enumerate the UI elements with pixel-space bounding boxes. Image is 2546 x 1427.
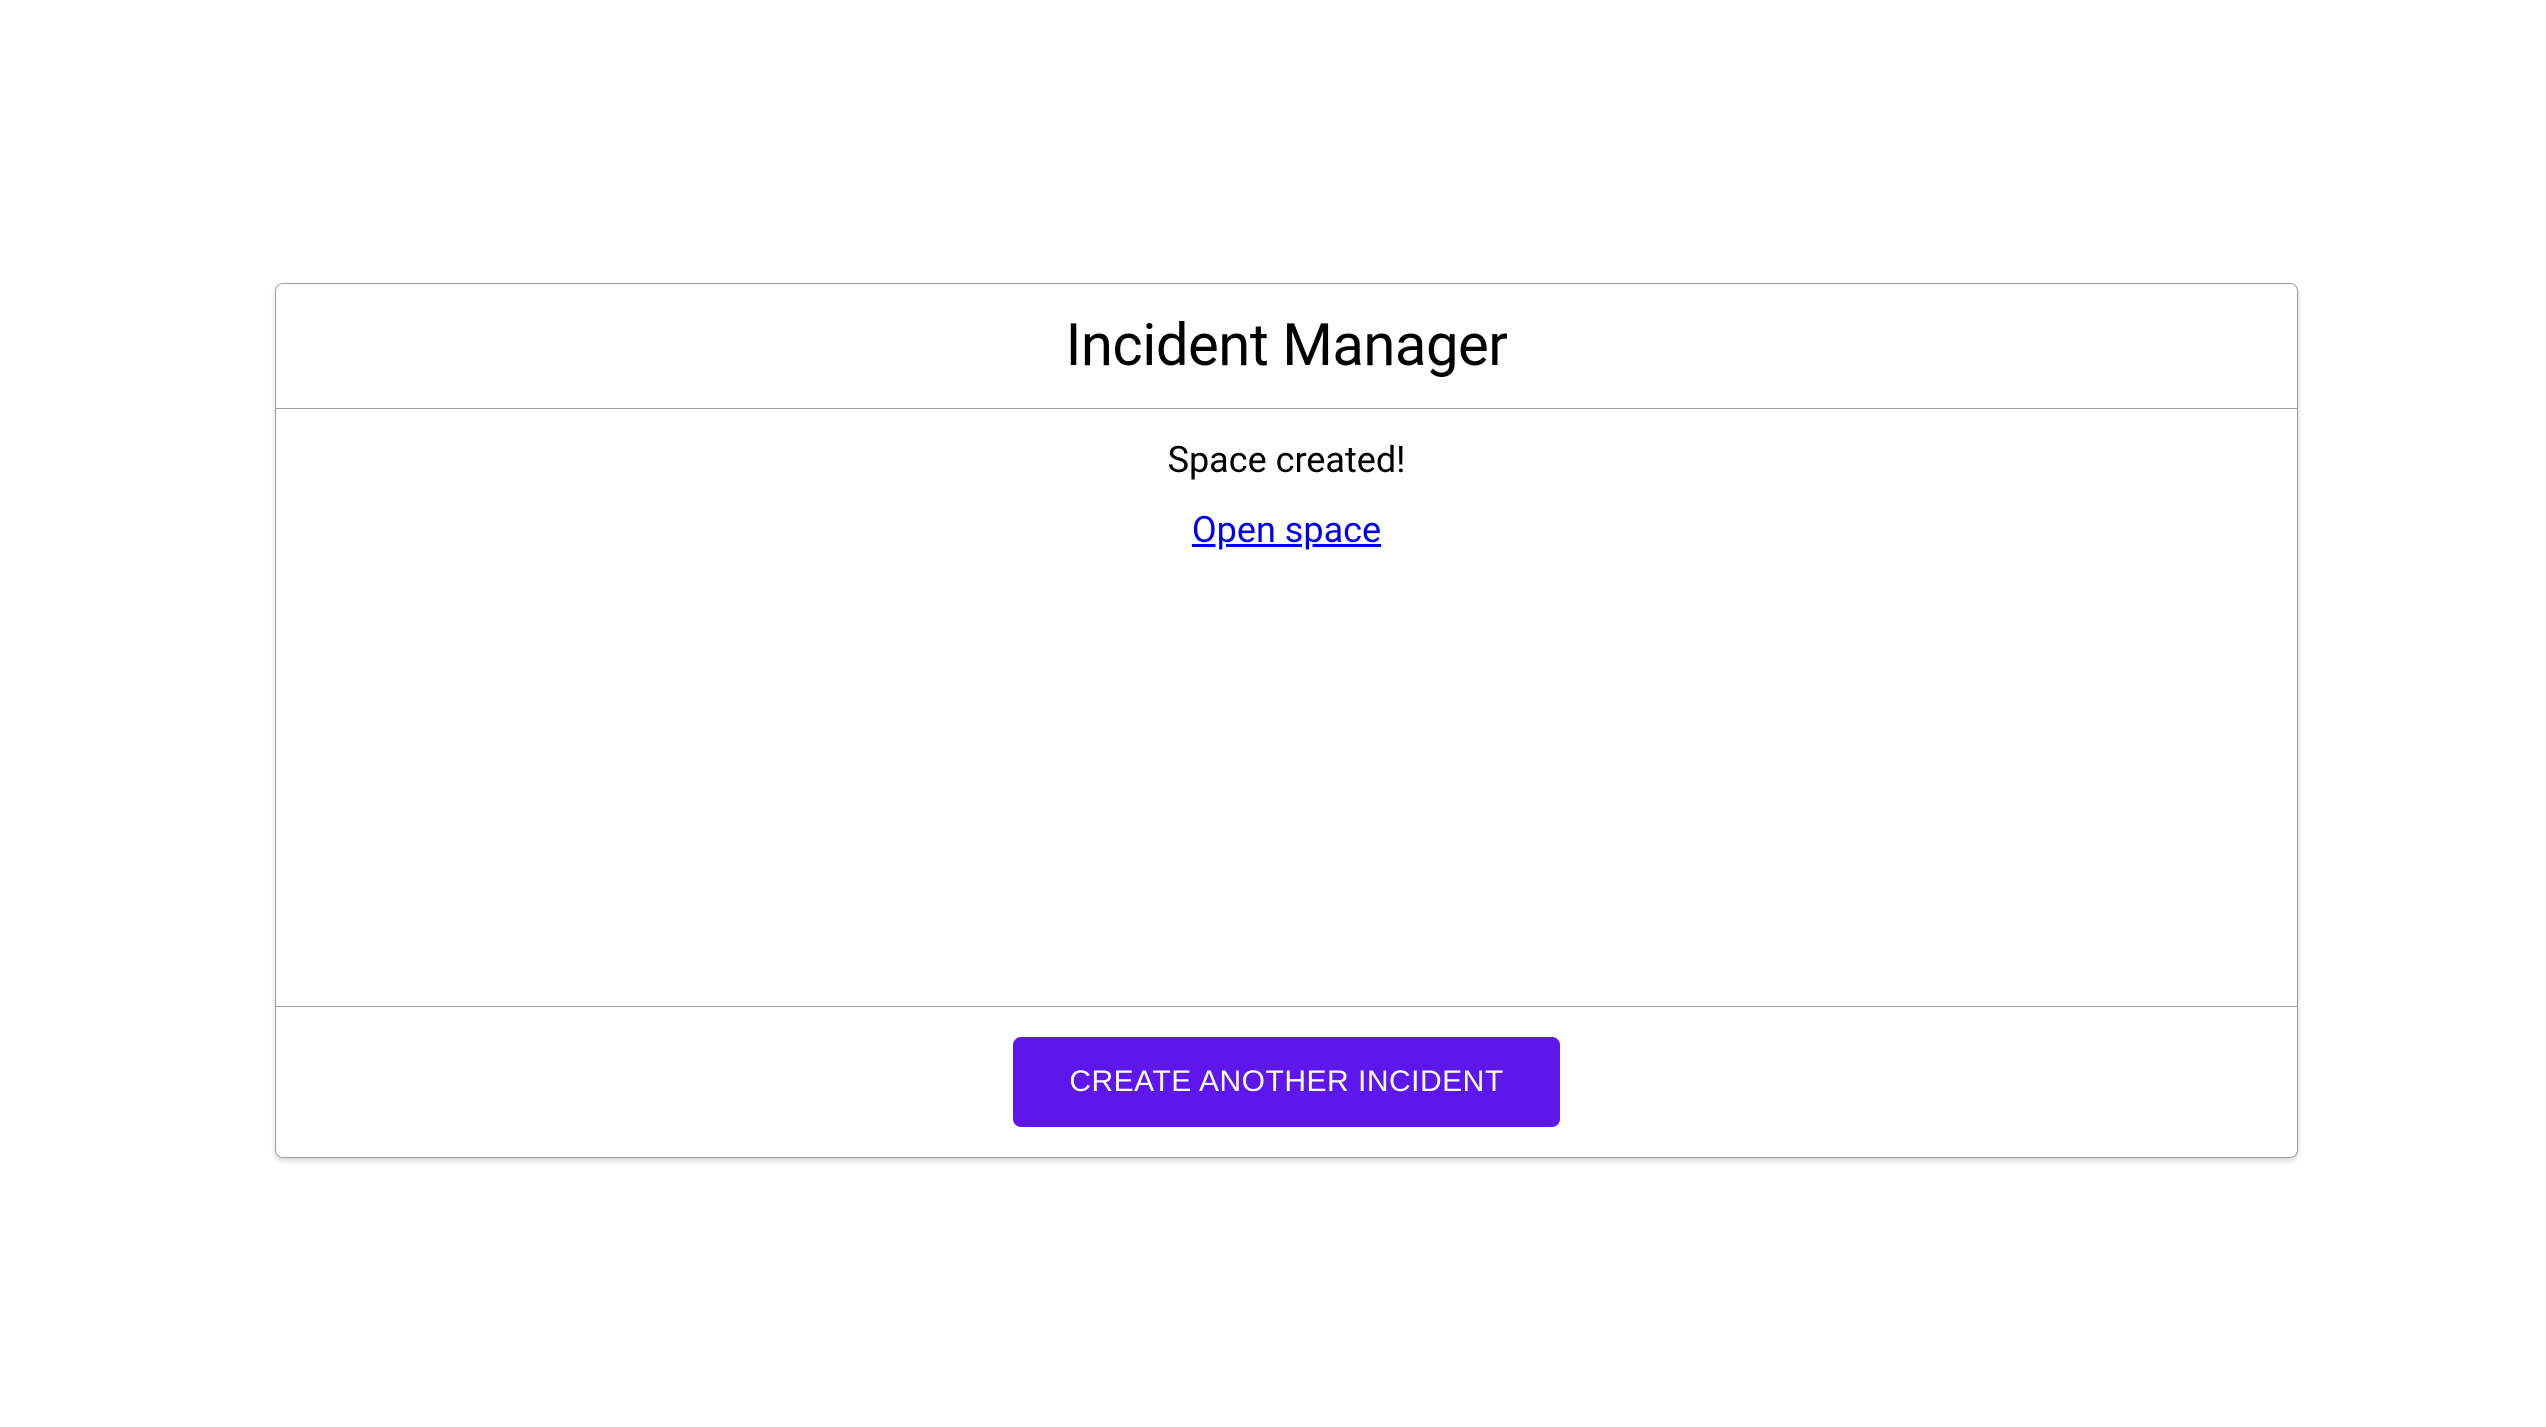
open-space-link[interactable]: Open space — [1192, 509, 1381, 551]
card-footer: CREATE ANOTHER INCIDENT — [276, 1007, 2297, 1157]
card-header: Incident Manager — [276, 284, 2297, 409]
incident-manager-card: Incident Manager Space created! Open spa… — [275, 283, 2298, 1158]
create-another-incident-button[interactable]: CREATE ANOTHER INCIDENT — [1013, 1037, 1559, 1127]
status-message: Space created! — [276, 439, 2297, 481]
card-body: Space created! Open space — [276, 409, 2297, 1007]
card-title: Incident Manager — [276, 312, 2297, 380]
